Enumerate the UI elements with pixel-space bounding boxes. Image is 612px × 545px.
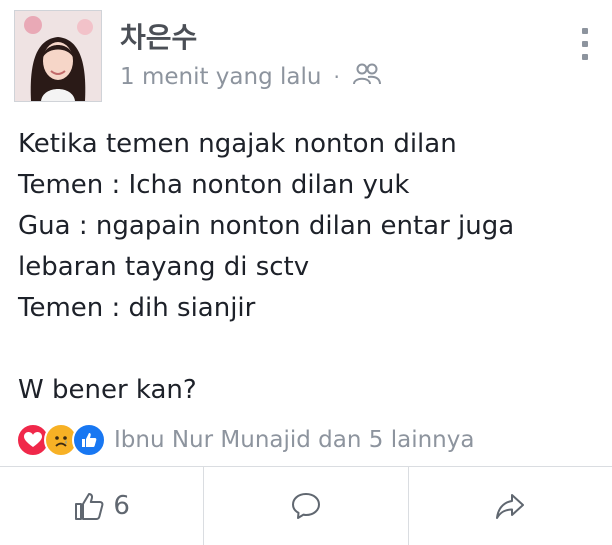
timestamp[interactable]: 1 menit yang lalu xyxy=(120,64,321,90)
comment-icon xyxy=(291,493,320,519)
reactions-bar[interactable]: Ibnu Nur Munajid dan 5 lainnya xyxy=(16,420,474,460)
post-meta: 1 menit yang lalu · xyxy=(120,62,382,92)
post-line: Ketika temen ngajak nonton dilan xyxy=(18,129,457,159)
comment-button[interactable] xyxy=(204,467,409,545)
share-icon xyxy=(496,494,525,519)
post-line: W bener kan? xyxy=(18,375,197,405)
post-line: Temen : Icha nonton dilan yuk xyxy=(18,170,410,200)
action-bar: 6 xyxy=(0,467,612,545)
post-line: Temen : dih sianjir xyxy=(18,293,256,323)
thumbs-up-icon xyxy=(75,493,104,520)
post-line-blank xyxy=(18,329,598,370)
more-options-icon[interactable] xyxy=(580,28,590,60)
share-button[interactable] xyxy=(409,467,612,545)
reaction-icons xyxy=(16,423,106,457)
author-name[interactable]: 차은수 xyxy=(120,16,197,56)
post-line: lebaran tayang di sctv xyxy=(18,252,310,282)
post-body: Ketika temen ngajak nonton dilan Temen :… xyxy=(18,124,598,411)
like-button[interactable]: 6 xyxy=(0,467,205,545)
post-header: 차은수 1 menit yang lalu · xyxy=(0,0,612,112)
meta-separator: · xyxy=(333,65,340,89)
like-reaction-icon xyxy=(72,423,106,457)
post-line: Gua : ngapain nonton dilan entar juga xyxy=(18,211,515,241)
avatar-photo xyxy=(15,11,101,101)
like-count: 6 xyxy=(113,491,130,521)
reaction-summary[interactable]: Ibnu Nur Munajid dan 5 lainnya xyxy=(114,427,474,453)
avatar[interactable] xyxy=(14,10,102,102)
friends-icon[interactable] xyxy=(352,62,382,92)
